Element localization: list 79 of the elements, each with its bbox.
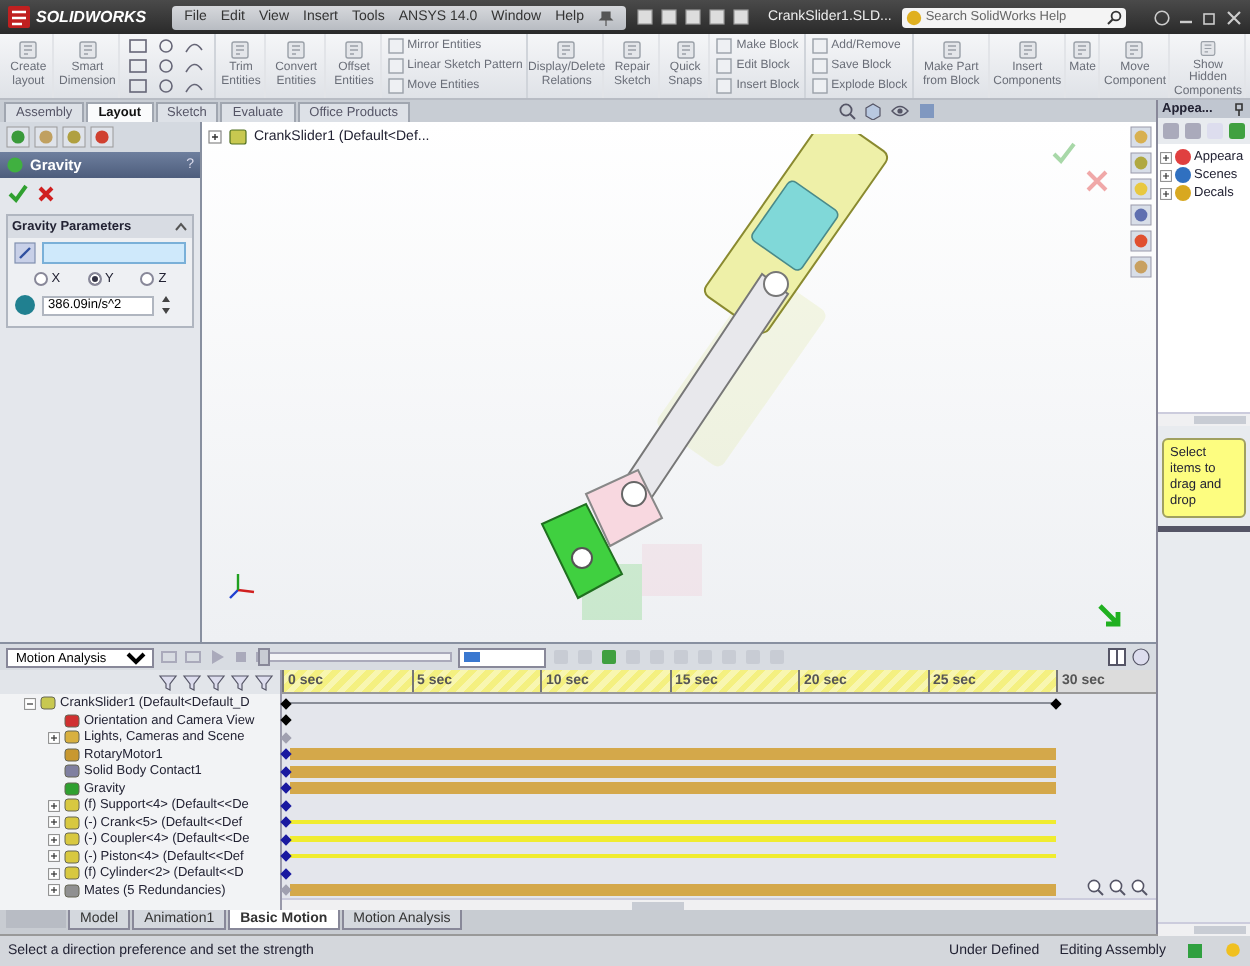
sketch-tool-icon[interactable]: [184, 58, 209, 75]
logo-icon: [8, 6, 30, 29]
command-icon: [1124, 40, 1145, 61]
command-icon: [1017, 40, 1038, 61]
command-icon: [941, 40, 962, 61]
manager-tab-icon[interactable]: [90, 126, 114, 149]
app-logo: SOLIDWORKS: [36, 8, 147, 27]
collapse-icon[interactable]: [174, 220, 188, 235]
expander-icon[interactable]: [48, 816, 60, 829]
globe-icon: [14, 294, 36, 317]
tab-scroll-bar[interactable]: [6, 910, 66, 929]
cube-icon[interactable]: [864, 102, 882, 121]
expander-icon[interactable]: [48, 884, 60, 897]
zoom-icon[interactable]: [1130, 878, 1148, 897]
restore-icon[interactable]: [1202, 9, 1218, 26]
search-icon: [1105, 9, 1122, 26]
layout-icon[interactable]: [1108, 648, 1126, 667]
pin-icon[interactable]: [1232, 102, 1246, 117]
scrollbar[interactable]: [282, 898, 1156, 911]
axis-triad-icon: [226, 570, 258, 603]
sketch-tool-icon[interactable]: [128, 38, 153, 55]
scrollbar[interactable]: [1158, 922, 1250, 937]
expander-icon[interactable]: [48, 867, 60, 880]
gravity-icon: [6, 156, 24, 175]
task-pane-tab-icon[interactable]: [1130, 230, 1152, 253]
sketch-tool-icon[interactable]: [128, 58, 153, 75]
check-icon[interactable]: [8, 184, 28, 205]
key-point-icon[interactable]: [280, 697, 292, 710]
tree-node-icon: [40, 696, 56, 711]
eye-icon[interactable]: [890, 102, 910, 121]
sketch-tool-icon[interactable]: [128, 78, 153, 95]
playback-speed-dropdown[interactable]: [458, 647, 546, 668]
expander-icon[interactable]: [1160, 187, 1172, 200]
command-icon: [1198, 40, 1218, 58]
command-icon: [1072, 40, 1093, 61]
task-pane-tab-icon[interactable]: [1130, 204, 1152, 227]
scrollbar[interactable]: [1158, 412, 1250, 427]
search-icon[interactable]: [838, 102, 856, 121]
expander-icon[interactable]: [208, 130, 222, 145]
command-icon: [286, 40, 307, 61]
expander-icon[interactable]: [1160, 169, 1172, 182]
check-icon[interactable]: [1052, 142, 1076, 165]
question-icon[interactable]: [1154, 9, 1170, 26]
zoom-icon[interactable]: [1108, 878, 1126, 897]
key-point-icon[interactable]: [280, 799, 292, 812]
key-point-icon[interactable]: [1050, 697, 1062, 710]
command-icon: [675, 40, 696, 61]
sketch-tool-icon[interactable]: [184, 78, 209, 95]
arrow-icon: [1096, 602, 1124, 631]
task-pane-tab-icon[interactable]: [1130, 152, 1152, 175]
expander-icon[interactable]: [48, 850, 60, 863]
key-point-icon[interactable]: [280, 850, 292, 863]
selection-field[interactable]: [42, 242, 186, 265]
expander-icon[interactable]: [48, 833, 60, 846]
manager-tab-icon[interactable]: [6, 126, 30, 149]
direction-icon[interactable]: [14, 242, 36, 265]
key-point-icon[interactable]: [280, 816, 292, 829]
expander-icon[interactable]: [24, 697, 36, 710]
expander-icon[interactable]: [48, 799, 60, 812]
sketch-tool-icon[interactable]: [184, 38, 209, 55]
slider-thumb[interactable]: [258, 648, 270, 667]
key-point-icon[interactable]: [280, 714, 292, 727]
key-point-icon[interactable]: [280, 833, 292, 846]
help-icon: [905, 9, 922, 26]
close-icon[interactable]: [36, 184, 56, 205]
assembly-icon: [228, 128, 248, 147]
command-icon: [622, 40, 643, 61]
expander-icon[interactable]: [1160, 151, 1172, 164]
command-icon: [344, 40, 365, 61]
spinner-icon[interactable]: [160, 294, 172, 317]
expander-icon[interactable]: [48, 731, 60, 744]
command-icon: [18, 40, 39, 61]
key-point-icon[interactable]: [280, 867, 292, 880]
pin-icon[interactable]: [597, 9, 614, 26]
command-icon: [230, 40, 251, 61]
command-icon: [556, 40, 577, 61]
collapse-icon[interactable]: [1132, 648, 1150, 667]
command-icon: [77, 40, 98, 61]
zoom-icon[interactable]: [1086, 878, 1104, 897]
